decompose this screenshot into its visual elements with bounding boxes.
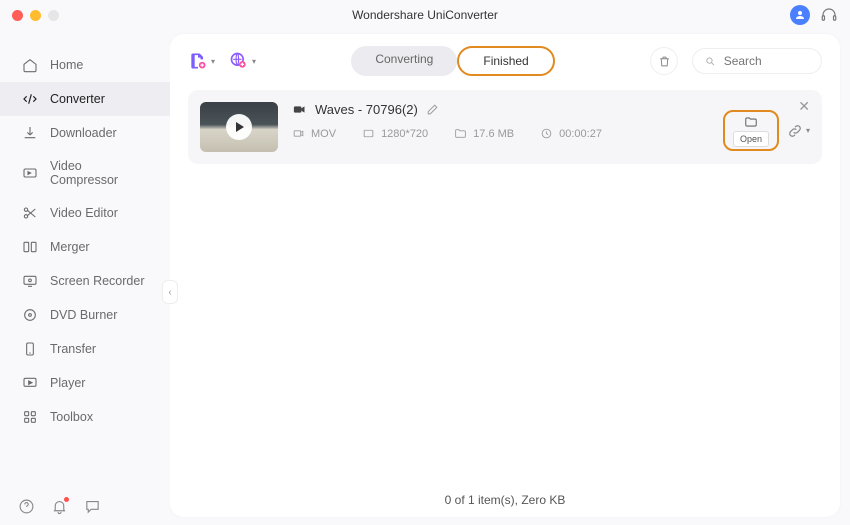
support-icon[interactable] bbox=[820, 6, 838, 24]
sidebar-item-recorder[interactable]: Screen Recorder bbox=[0, 264, 170, 298]
sidebar-label: Merger bbox=[50, 240, 90, 254]
chevron-down-icon: ▾ bbox=[252, 57, 256, 66]
app-title: Wondershare UniConverter bbox=[352, 8, 498, 22]
trash-icon bbox=[658, 55, 671, 68]
sidebar-item-home[interactable]: Home bbox=[0, 48, 170, 82]
sidebar-item-editor[interactable]: Video Editor bbox=[0, 196, 170, 230]
sidebar-label: Screen Recorder bbox=[50, 274, 145, 288]
clock-icon bbox=[540, 127, 553, 140]
meta-duration: 00:00:27 bbox=[540, 127, 602, 140]
folder-icon bbox=[454, 127, 467, 140]
rename-button[interactable] bbox=[426, 103, 439, 116]
share-menu-button[interactable]: ▾ bbox=[787, 123, 810, 139]
user-avatar[interactable] bbox=[790, 5, 810, 25]
file-title: Waves - 70796(2) bbox=[315, 102, 418, 117]
main-panel: ▾ ▾ Converting Finished ✕ bbox=[170, 34, 840, 517]
status-bar: 0 of 1 item(s), Zero KB bbox=[170, 483, 840, 517]
sidebar-item-player[interactable]: Player bbox=[0, 366, 170, 400]
open-folder-button[interactable]: Open bbox=[723, 110, 779, 151]
meta-size: 17.6 MB bbox=[454, 127, 514, 140]
compressor-icon bbox=[22, 165, 38, 181]
sidebar-label: DVD Burner bbox=[50, 308, 117, 322]
merger-icon bbox=[22, 239, 38, 255]
toolbox-icon bbox=[22, 409, 38, 425]
transfer-icon bbox=[22, 341, 38, 357]
titlebar: Wondershare UniConverter bbox=[0, 0, 850, 30]
folder-open-icon bbox=[743, 115, 759, 129]
sidebar-item-compressor[interactable]: Video Compressor bbox=[0, 150, 170, 196]
recorder-icon bbox=[22, 273, 38, 289]
toolbar: ▾ ▾ Converting Finished bbox=[170, 34, 840, 86]
sidebar-label: Transfer bbox=[50, 342, 96, 356]
sidebar-label: Converter bbox=[50, 92, 105, 106]
meta-resolution: 1280*720 bbox=[362, 127, 428, 140]
converter-icon bbox=[22, 91, 38, 107]
video-thumbnail[interactable] bbox=[200, 102, 278, 152]
open-tooltip: Open bbox=[733, 131, 769, 147]
sidebar-label: Player bbox=[50, 376, 85, 390]
sidebar-label: Toolbox bbox=[50, 410, 93, 424]
sidebar: Home Converter Downloader Video Compress… bbox=[0, 30, 170, 525]
search-box[interactable] bbox=[692, 48, 822, 74]
scissors-icon bbox=[22, 205, 38, 221]
file-list: ✕ Waves - 70796(2) MOV bbox=[170, 86, 840, 483]
resolution-icon bbox=[362, 127, 375, 140]
chevron-down-icon: ▾ bbox=[806, 126, 810, 135]
file-add-icon bbox=[188, 51, 208, 71]
sidebar-label: Video Compressor bbox=[50, 159, 152, 187]
status-segment: Converting Finished bbox=[351, 46, 554, 76]
maximize-window-button[interactable] bbox=[48, 10, 59, 21]
sidebar-label: Video Editor bbox=[50, 206, 118, 220]
sidebar-item-transfer[interactable]: Transfer bbox=[0, 332, 170, 366]
download-icon bbox=[22, 125, 38, 141]
clear-list-button[interactable] bbox=[650, 47, 678, 75]
help-button[interactable] bbox=[18, 498, 35, 515]
sidebar-collapse-button[interactable]: ‹ bbox=[162, 280, 178, 304]
feedback-button[interactable] bbox=[84, 498, 101, 515]
bottom-actions bbox=[18, 498, 101, 515]
sidebar-item-downloader[interactable]: Downloader bbox=[0, 116, 170, 150]
sidebar-item-toolbox[interactable]: Toolbox bbox=[0, 400, 170, 434]
format-icon bbox=[292, 127, 305, 140]
add-file-button[interactable]: ▾ bbox=[188, 51, 215, 71]
sidebar-label: Downloader bbox=[50, 126, 117, 140]
chevron-down-icon: ▾ bbox=[211, 57, 215, 66]
meta-format: MOV bbox=[292, 127, 336, 140]
search-icon bbox=[705, 55, 716, 68]
tab-finished[interactable]: Finished bbox=[457, 46, 554, 76]
search-input[interactable] bbox=[724, 54, 809, 68]
video-icon bbox=[292, 102, 307, 117]
add-url-button[interactable]: ▾ bbox=[229, 51, 256, 71]
close-window-button[interactable] bbox=[12, 10, 23, 21]
minimize-window-button[interactable] bbox=[30, 10, 41, 21]
file-meta: MOV 1280*720 17.6 MB 00:00:27 bbox=[292, 127, 709, 140]
home-icon bbox=[22, 57, 38, 73]
tab-converting[interactable]: Converting bbox=[351, 46, 457, 76]
sidebar-item-merger[interactable]: Merger bbox=[0, 230, 170, 264]
file-card: ✕ Waves - 70796(2) MOV bbox=[188, 90, 822, 164]
sidebar-label: Home bbox=[50, 58, 83, 72]
disc-icon bbox=[22, 307, 38, 323]
sidebar-item-dvd[interactable]: DVD Burner bbox=[0, 298, 170, 332]
player-icon bbox=[22, 375, 38, 391]
notifications-button[interactable] bbox=[51, 498, 68, 515]
url-add-icon bbox=[229, 51, 249, 71]
window-controls bbox=[12, 10, 59, 21]
sidebar-item-converter[interactable]: Converter bbox=[0, 82, 170, 116]
link-icon bbox=[787, 123, 803, 139]
